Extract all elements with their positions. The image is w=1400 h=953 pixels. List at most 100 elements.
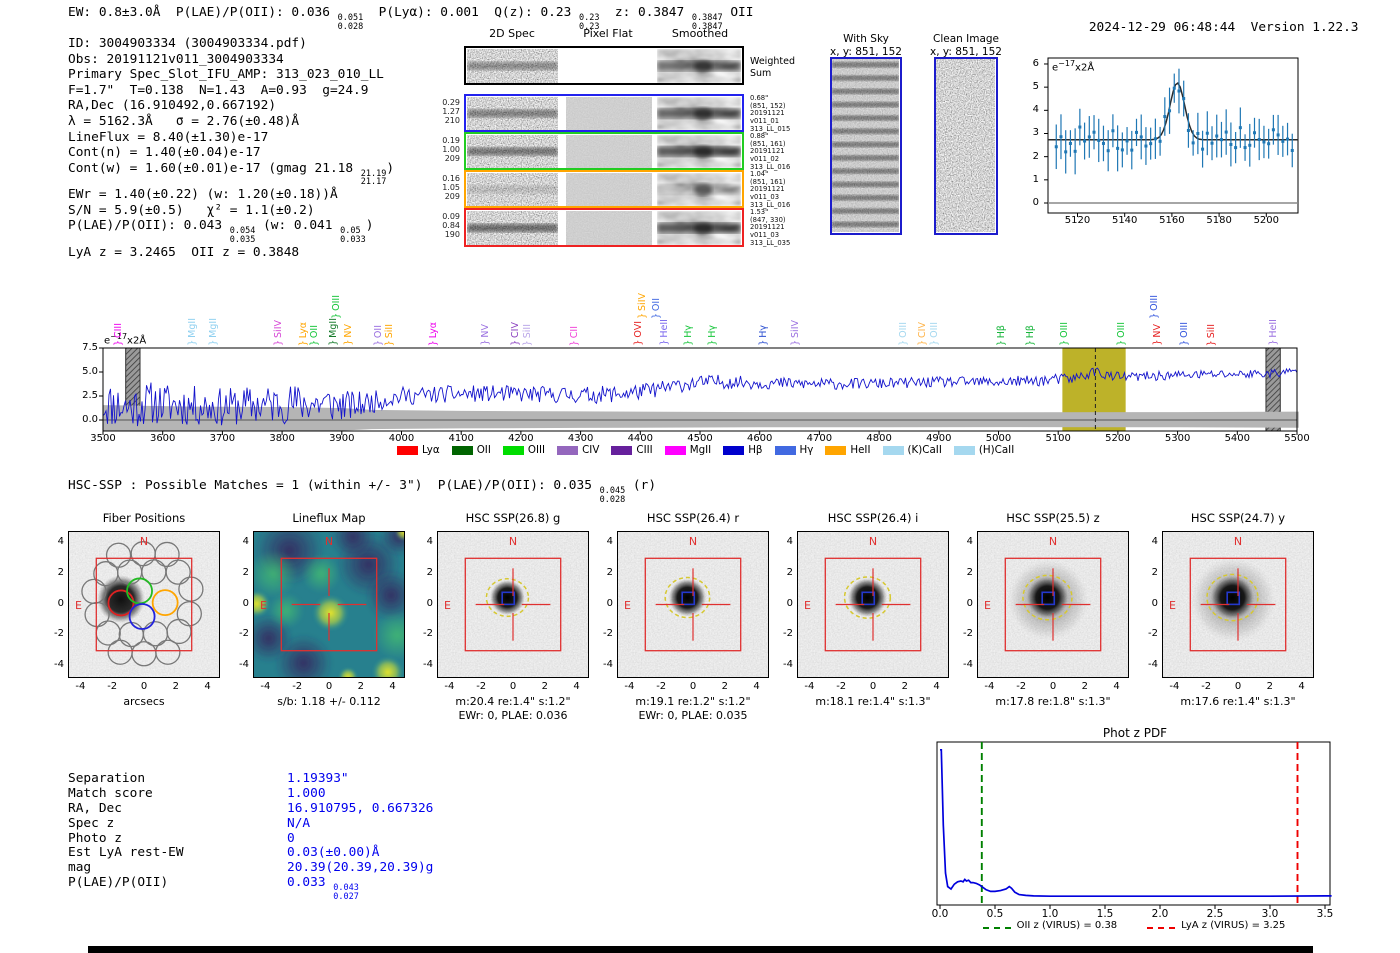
cutout-title-lineflux-map: Lineflux Map bbox=[292, 511, 366, 525]
emission-line-label-CII: } CII bbox=[569, 325, 581, 346]
line-fit-canvas bbox=[1044, 57, 1299, 217]
cutout-xtick: -4 bbox=[1169, 681, 1180, 692]
info-line: Cont(n) = 1.40(±0.04)e-17 bbox=[68, 145, 261, 161]
emission-line-label-MgII: } MgII bbox=[328, 318, 340, 346]
withsky-canvas bbox=[832, 59, 899, 232]
cutout-xtick: 0 bbox=[689, 681, 697, 692]
spec2d-cell-smooth bbox=[657, 134, 741, 172]
spectrum-xtick: 5000 bbox=[985, 433, 1012, 444]
legend-label: HeII bbox=[850, 444, 871, 456]
spec2d-cell-fine bbox=[467, 134, 558, 172]
legend-label: (H)CaII bbox=[978, 444, 1015, 456]
full-spectrum-canvas bbox=[99, 347, 1299, 435]
hsc-r-image: NE bbox=[617, 531, 769, 678]
linefit-xtick: 5200 bbox=[1253, 215, 1280, 226]
emission-line-label-HeII: } HeII bbox=[1267, 319, 1279, 346]
cutout-caption-fiber-positions: arcsecs bbox=[123, 695, 165, 708]
spec2d-left-line: 209 bbox=[444, 192, 460, 202]
legend-label: Lyα bbox=[422, 444, 440, 456]
spectrum-xtick: 4000 bbox=[388, 433, 415, 444]
legend-item-(K)CaII: (K)CaII bbox=[882, 444, 942, 456]
spectrum-xtick: 4400 bbox=[627, 433, 654, 444]
spec2d-right-labels: 0.68" (851, 152) 20191121 v011_01 313_LL_015 bbox=[750, 94, 790, 134]
cutout-title-hsc-g: HSC SSP(26.8) g bbox=[465, 511, 561, 525]
photz-xtick: 3.0 bbox=[1261, 908, 1279, 920]
emission-line-label-SiII: } SiII bbox=[1205, 323, 1217, 346]
emission-line-label-OIII: } OIII bbox=[1058, 322, 1070, 346]
spectrum-xtick: 4900 bbox=[926, 433, 952, 444]
spec2d-left-labels: 0.09 0.84 190 bbox=[428, 212, 460, 240]
cutout-ytick: -2 bbox=[239, 628, 249, 640]
cutout-xtick: -2 bbox=[292, 681, 303, 692]
cutout-caption2-hsc-r: EWr: 0, PLAE: 0.035 bbox=[638, 709, 748, 722]
photz-xtick: 2.0 bbox=[1151, 908, 1169, 920]
full-spectrum-plot bbox=[96, 344, 1306, 440]
legend-swatch bbox=[774, 445, 796, 455]
emission-line-label-SiIV: } SiIV bbox=[636, 293, 648, 319]
spectrum-xtick: 3600 bbox=[149, 433, 176, 444]
source-blob bbox=[489, 580, 525, 616]
spec2d-cell-flat bbox=[566, 134, 652, 172]
compass-east: E bbox=[75, 599, 82, 612]
emission-line-label-MgII: } MgII bbox=[207, 318, 219, 346]
compass-north: N bbox=[689, 535, 697, 548]
spectrum-ytick: 7.5 bbox=[82, 341, 98, 353]
cutout-caption-hsc-g: m:20.4 re:1.4" s:1.2" bbox=[455, 695, 571, 708]
cutout-xtick: -2 bbox=[1016, 681, 1027, 692]
stacked-error: 21.19 21.17 bbox=[360, 168, 387, 188]
spec2d-cell-white bbox=[566, 48, 652, 87]
spec2d-weighted-sum-label: Weighted Sum bbox=[750, 56, 795, 79]
clean-title: Clean Image bbox=[932, 33, 1000, 45]
cutout-ytick: 2 bbox=[57, 566, 64, 578]
compass-north: N bbox=[1049, 535, 1057, 548]
spec2d-cell-flat bbox=[566, 96, 652, 134]
match-table-value: 16.910795, 0.667326 bbox=[287, 800, 434, 816]
cutout-ytick: 4 bbox=[242, 535, 249, 547]
cutout-xtick: 0 bbox=[1049, 681, 1057, 692]
spec2d-cell-flat bbox=[566, 172, 652, 210]
compass-east: E bbox=[624, 599, 631, 612]
cutout-title-hsc-i: HSC SSP(26.4) i bbox=[827, 511, 919, 525]
linefit-ylabel: e−17x2Å bbox=[1052, 59, 1095, 74]
emission-line-label-Hβ: } Hβ bbox=[1025, 324, 1037, 346]
linefit-ytick: 2 bbox=[1032, 150, 1039, 162]
emission-line-label-Hγ: } Hγ bbox=[707, 325, 719, 346]
info-line: Primary Spec_Slot_IFU_AMP: 313_023_010_L… bbox=[68, 67, 384, 83]
spec2d-cell-smooth bbox=[657, 96, 741, 134]
spec2d-header-pixelflat: Pixel Flat bbox=[583, 27, 633, 40]
cutout-xtick: -4 bbox=[804, 681, 815, 692]
legend-swatch bbox=[451, 445, 473, 455]
compass-north: N bbox=[325, 535, 333, 548]
hsc-y-panel: NE bbox=[1162, 531, 1314, 678]
spec2d-cell-smooth bbox=[657, 172, 741, 210]
spec2d-right-labels: 1.04" (851, 161) 20191121 v011_03 313_LL_016 bbox=[750, 170, 790, 210]
legend-item-(H)CaII: (H)CaII bbox=[953, 444, 1015, 456]
fiber-positions-image: NE bbox=[68, 531, 220, 678]
info-line: LineFlux = 8.40(±1.30)e-17 bbox=[68, 129, 269, 145]
cutout-xtick: 2 bbox=[541, 681, 548, 692]
spec2d-cell-fine bbox=[467, 48, 558, 87]
cutout-xtick: -2 bbox=[107, 681, 118, 692]
spectrum-xtick: 3700 bbox=[209, 433, 236, 444]
spec2d-left-line: 210 bbox=[444, 116, 460, 126]
match-table-row: Photo z 0 bbox=[68, 831, 433, 846]
photz-legend-item: OII z (VIRUS) = 0.38 bbox=[982, 920, 1117, 931]
cutout-xtick: 4 bbox=[753, 681, 760, 692]
photz-legend-item: LyA z (VIRUS) = 3.25 bbox=[1147, 920, 1285, 931]
linefit-xtick: 5140 bbox=[1111, 215, 1138, 226]
emission-line-label-SiIV: } SiIV bbox=[790, 320, 802, 346]
cutout-caption-hsc-i: m:18.1 re:1.4" s:1.3" bbox=[815, 695, 931, 708]
cutout-xtick: 0 bbox=[1234, 681, 1242, 692]
spec2d-cell-flat bbox=[566, 210, 652, 249]
spec2d-header-2dspec: 2D Spec bbox=[489, 27, 535, 40]
emission-line-label-SiII: } SiII bbox=[383, 323, 395, 346]
spec2d-left-line: 0.19 bbox=[442, 136, 460, 145]
source-blob bbox=[848, 578, 887, 617]
cutout-title-hsc-r: HSC SSP(26.4) r bbox=[646, 511, 740, 525]
stacked-error: 0.051 0.028 bbox=[337, 13, 364, 32]
info-line: RA,Dec (16.910492,0.667192) bbox=[68, 98, 277, 114]
emission-line-label-NV: } NV bbox=[1151, 324, 1163, 346]
legend-label: Hβ bbox=[748, 444, 763, 456]
lineflux-map-panel: NE bbox=[243, 514, 422, 692]
cutout-xtick: 2 bbox=[357, 681, 364, 692]
